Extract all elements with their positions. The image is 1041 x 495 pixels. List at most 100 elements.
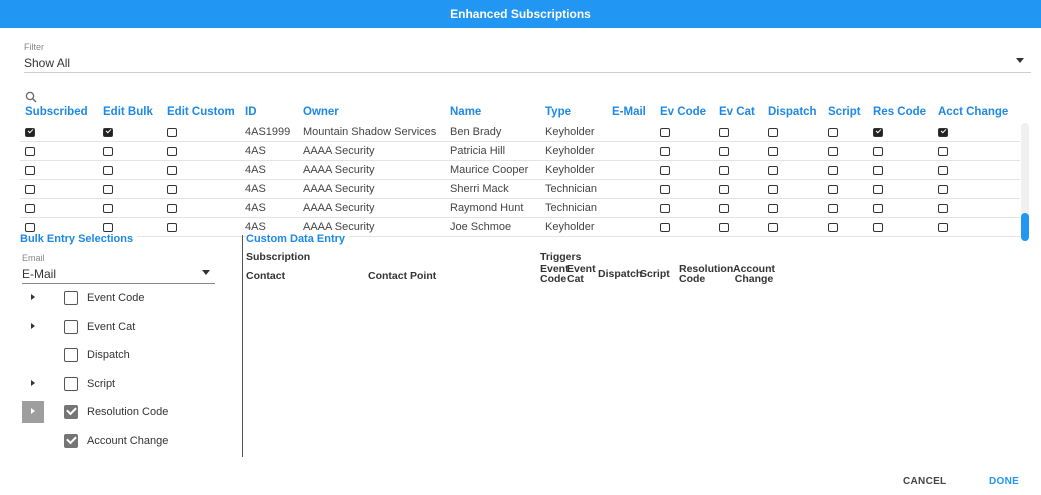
bulk-item-dispatch[interactable]: Dispatch bbox=[20, 344, 235, 368]
subscribed-checkbox[interactable] bbox=[25, 128, 35, 137]
subscribed-checkbox[interactable] bbox=[25, 223, 35, 232]
column-header-edit-custom[interactable]: Edit Custom bbox=[167, 106, 235, 124]
search-icon[interactable] bbox=[25, 91, 37, 103]
acct-change-checkbox[interactable] bbox=[938, 147, 948, 156]
cancel-button[interactable]: CANCEL bbox=[903, 476, 946, 487]
edit-custom-checkbox[interactable] bbox=[167, 147, 177, 156]
ev-cat-checkbox[interactable] bbox=[719, 147, 729, 156]
ev-cat-checkbox[interactable] bbox=[719, 128, 729, 137]
filter-select[interactable]: Show All bbox=[24, 56, 70, 70]
done-button[interactable]: DONE bbox=[989, 476, 1019, 487]
ev-code-checkbox[interactable] bbox=[660, 166, 670, 175]
column-header-ev-cat[interactable]: Ev Cat bbox=[719, 106, 755, 124]
edit-custom-checkbox[interactable] bbox=[167, 185, 177, 194]
dispatch-checkbox[interactable] bbox=[768, 204, 778, 213]
edit-custom-checkbox[interactable] bbox=[167, 166, 177, 175]
bulk-item-event-cat[interactable]: Event Cat bbox=[20, 316, 235, 340]
column-header-script[interactable]: Script bbox=[828, 106, 861, 124]
table-row[interactable]: 4AS AAAA Security Sherri Mack Technician bbox=[20, 180, 1020, 199]
dispatch-checkbox[interactable] bbox=[768, 166, 778, 175]
column-header-owner[interactable]: Owner bbox=[303, 106, 339, 124]
cell-name: Joe Schmoe bbox=[450, 221, 512, 233]
table-row[interactable]: 4AS1999 Mountain Shadow Services Ben Brady… bbox=[20, 123, 1020, 142]
scrollbar-thumb[interactable] bbox=[1021, 213, 1029, 241]
res-code-checkbox[interactable] bbox=[873, 147, 883, 156]
dispatch-checkbox[interactable] bbox=[768, 147, 778, 156]
column-header-email[interactable]: E-Mail bbox=[612, 106, 646, 124]
subscribed-checkbox[interactable] bbox=[25, 185, 35, 194]
res-code-checkbox[interactable] bbox=[873, 166, 883, 175]
column-header-name[interactable]: Name bbox=[450, 106, 481, 124]
bulk-item-resolution-code[interactable]: Resolution Code bbox=[20, 401, 235, 425]
bulk-item-account-change[interactable]: Account Change bbox=[20, 430, 235, 454]
subscribed-checkbox[interactable] bbox=[25, 147, 35, 156]
edit-bulk-checkbox[interactable] bbox=[103, 166, 113, 175]
dispatch-checkbox[interactable] bbox=[768, 185, 778, 194]
expand-icon[interactable] bbox=[22, 373, 44, 395]
edit-custom-checkbox[interactable] bbox=[167, 223, 177, 232]
bulk-item-checkbox[interactable] bbox=[64, 319, 78, 334]
column-header-dispatch[interactable]: Dispatch bbox=[768, 106, 817, 124]
res-code-checkbox[interactable] bbox=[873, 185, 883, 194]
script-checkbox[interactable] bbox=[828, 128, 838, 137]
acct-change-checkbox[interactable] bbox=[938, 185, 948, 194]
bulk-item-checkbox[interactable] bbox=[64, 291, 78, 305]
table-row[interactable]: 4AS AAAA Security Maurice Cooper Keyholder bbox=[20, 161, 1020, 180]
column-header-subscribed[interactable]: Subscribed bbox=[25, 106, 88, 124]
chevron-down-icon[interactable] bbox=[1016, 58, 1024, 63]
column-header-acct-change[interactable]: Acct Change bbox=[938, 106, 1008, 124]
column-header-res-code[interactable]: Res Code bbox=[873, 106, 926, 124]
expand-icon[interactable] bbox=[22, 287, 44, 309]
column-header-id[interactable]: ID bbox=[245, 106, 257, 124]
bulk-item-script[interactable]: Script bbox=[20, 373, 235, 397]
dispatch-checkbox[interactable] bbox=[768, 128, 778, 137]
script-checkbox[interactable] bbox=[828, 147, 838, 156]
ev-cat-checkbox[interactable] bbox=[719, 223, 729, 232]
acct-change-checkbox[interactable] bbox=[938, 128, 948, 137]
email-select[interactable]: E-Mail bbox=[22, 267, 56, 281]
bulk-item-checkbox[interactable] bbox=[64, 376, 78, 391]
table-row[interactable]: 4AS AAAA Security Patricia Hill Keyholder bbox=[20, 142, 1020, 161]
edit-bulk-checkbox[interactable] bbox=[103, 128, 113, 137]
acct-change-checkbox[interactable] bbox=[938, 204, 948, 213]
edit-custom-checkbox[interactable] bbox=[167, 128, 177, 137]
edit-bulk-checkbox[interactable] bbox=[103, 204, 113, 213]
column-header-edit-bulk[interactable]: Edit Bulk bbox=[103, 106, 153, 124]
res-code-checkbox[interactable] bbox=[873, 223, 883, 232]
acct-change-checkbox[interactable] bbox=[938, 223, 948, 232]
column-header-ev-code[interactable]: Ev Code bbox=[660, 106, 706, 124]
expand-icon[interactable] bbox=[22, 316, 44, 338]
ev-code-checkbox[interactable] bbox=[660, 185, 670, 194]
ev-code-checkbox[interactable] bbox=[660, 147, 670, 156]
bulk-item-checkbox[interactable] bbox=[64, 348, 78, 363]
edit-bulk-checkbox[interactable] bbox=[103, 223, 113, 232]
dispatch-checkbox[interactable] bbox=[768, 223, 778, 232]
ev-cat-checkbox[interactable] bbox=[719, 185, 729, 194]
table-row[interactable]: 4AS AAAA Security Joe Schmoe Keyholder bbox=[20, 218, 1020, 237]
bulk-item-event-code[interactable]: Event Code bbox=[20, 287, 235, 311]
script-checkbox[interactable] bbox=[828, 166, 838, 175]
subscribed-checkbox[interactable] bbox=[25, 204, 35, 213]
chevron-down-icon[interactable] bbox=[202, 270, 210, 275]
edit-custom-checkbox[interactable] bbox=[167, 204, 177, 213]
ev-code-checkbox[interactable] bbox=[660, 128, 670, 137]
ev-cat-checkbox[interactable] bbox=[719, 166, 729, 175]
ev-cat-checkbox[interactable] bbox=[719, 204, 729, 213]
script-checkbox[interactable] bbox=[828, 204, 838, 213]
script-checkbox[interactable] bbox=[828, 185, 838, 194]
bulk-item-checkbox[interactable] bbox=[64, 405, 78, 420]
ev-code-checkbox[interactable] bbox=[660, 204, 670, 213]
bulk-item-checkbox[interactable] bbox=[64, 434, 78, 448]
edit-bulk-checkbox[interactable] bbox=[103, 185, 113, 194]
res-code-checkbox[interactable] bbox=[873, 128, 883, 137]
table-scrollbar[interactable] bbox=[1021, 123, 1029, 241]
acct-change-checkbox[interactable] bbox=[938, 166, 948, 175]
res-code-checkbox[interactable] bbox=[873, 204, 883, 213]
subscribed-checkbox[interactable] bbox=[25, 166, 35, 175]
expand-icon[interactable] bbox=[22, 401, 44, 424]
edit-bulk-checkbox[interactable] bbox=[103, 147, 113, 156]
ev-code-checkbox[interactable] bbox=[660, 223, 670, 232]
column-header-type[interactable]: Type bbox=[545, 106, 571, 124]
script-checkbox[interactable] bbox=[828, 223, 838, 232]
table-row[interactable]: 4AS AAAA Security Raymond Hunt Technician bbox=[20, 199, 1020, 218]
